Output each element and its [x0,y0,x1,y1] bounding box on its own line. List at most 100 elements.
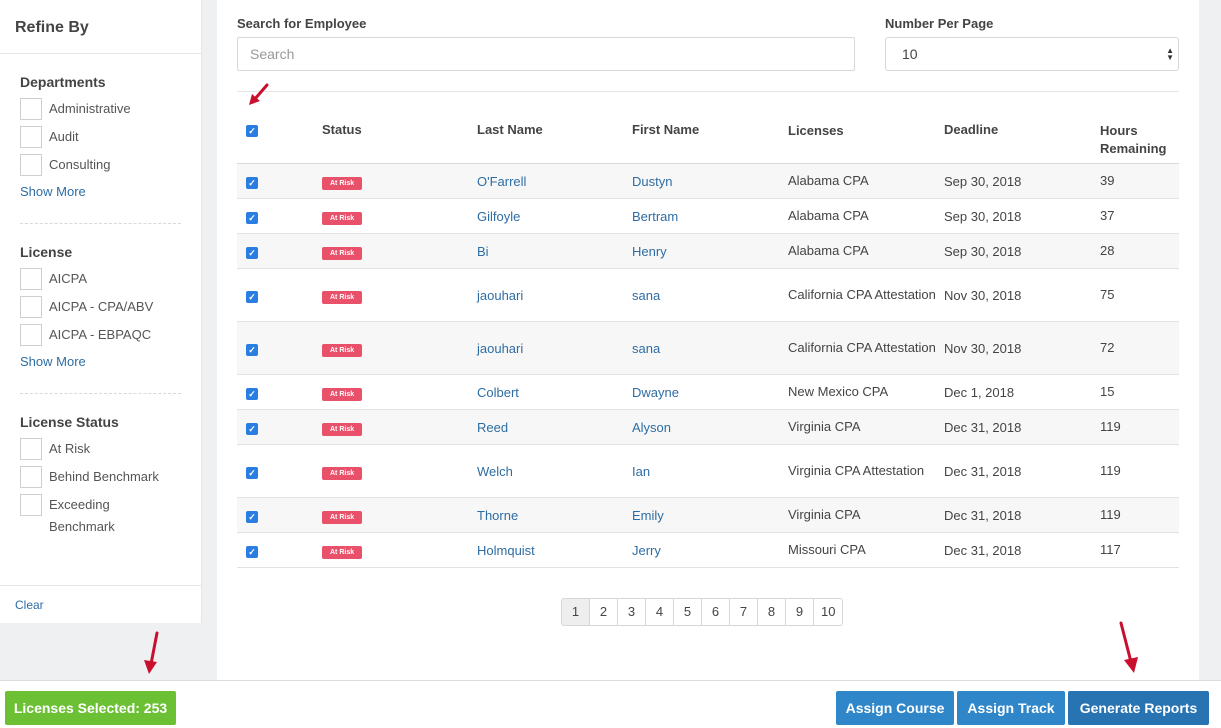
page-6-button[interactable]: 6 [702,599,730,625]
status-cell: At Risk [322,419,477,436]
page-4-button[interactable]: 4 [646,599,674,625]
row-checkbox[interactable]: ✓ [246,246,258,259]
filter-option-exceeding-benchmark[interactable]: Exceeding Benchmark [20,494,181,538]
filter-option-consulting[interactable]: Consulting [20,154,181,176]
select-all-checkbox[interactable]: ✓ [246,125,258,137]
filter-checkbox[interactable] [20,296,42,318]
first-name-link[interactable]: Henry [632,244,667,259]
page-5-button[interactable]: 5 [674,599,702,625]
filter-checkbox[interactable] [20,466,42,488]
page-1-button[interactable]: 1 [562,599,590,625]
table-row[interactable]: ✓ At Risk jaouhari sana California CPA Attes… [237,269,1179,322]
header-licenses[interactable]: Licenses [788,112,944,163]
page-3-button[interactable]: 3 [618,599,646,625]
row-checkbox[interactable]: ✓ [246,466,258,479]
first-name-cell: Dustyn [632,174,788,189]
page-10-button[interactable]: 10 [814,599,843,625]
filter-option-aicpa-cpa-abv[interactable]: AICPA - CPA/ABV [20,296,181,318]
last-name-link[interactable]: Reed [477,420,508,435]
show-more-license-link[interactable]: Show More [20,354,181,369]
last-name-link[interactable]: O'Farrell [477,174,526,189]
licenses-selected-button[interactable]: Licenses Selected: 253 [5,691,176,725]
header-hours-remaining[interactable]: Hours Remaining [1100,112,1179,163]
status-badge: At Risk [322,176,363,190]
page-9-button[interactable]: 9 [786,599,814,625]
first-name-link[interactable]: sana [632,288,660,303]
hours-remaining-cell: 39 [1100,173,1115,188]
status-badge: At Risk [322,510,363,524]
row-checkbox[interactable]: ✓ [246,176,258,189]
filter-checkbox[interactable] [20,494,42,516]
table-row[interactable]: ✓ At Risk Colbert Dwayne New Mexico CPA Dec 1… [237,375,1179,410]
check-icon: ✓ [248,423,256,434]
first-name-link[interactable]: Bertram [632,209,678,224]
divider [237,91,1179,92]
first-name-link[interactable]: Dwayne [632,385,679,400]
filter-checkbox[interactable] [20,154,42,176]
first-name-link[interactable]: Emily [632,508,664,523]
page-7-button[interactable]: 7 [730,599,758,625]
row-select-cell: ✓ [237,209,322,224]
last-name-link[interactable]: Thorne [477,508,518,523]
filter-option-audit[interactable]: Audit [20,126,181,148]
filter-checkbox[interactable] [20,98,42,120]
header-last-name[interactable]: Last Name [477,112,632,163]
last-name-link[interactable]: Gilfoyle [477,209,520,224]
first-name-link[interactable]: Alyson [632,420,671,435]
filter-option-aicpa-ebpaqc[interactable]: AICPA - EBPAQC [20,324,181,346]
license-cell: Virginia CPA Attestation [788,463,925,478]
filter-option-behind-benchmark[interactable]: Behind Benchmark [20,466,181,488]
row-checkbox[interactable]: ✓ [246,510,258,523]
header-deadline[interactable]: Deadline [944,112,1100,163]
row-checkbox[interactable]: ✓ [246,343,258,356]
page-2-button[interactable]: 2 [590,599,618,625]
table-row[interactable]: ✓ At Risk O'Farrell Dustyn Alabama CPA Sep 30… [237,164,1179,199]
generate-reports-button[interactable]: Generate Reports [1068,691,1209,725]
assign-course-button[interactable]: Assign Course [836,691,954,725]
row-checkbox[interactable]: ✓ [246,211,258,224]
filter-checkbox[interactable] [20,438,42,460]
filter-option-administrative[interactable]: Administrative [20,98,181,120]
first-name-link[interactable]: sana [632,341,660,356]
filter-option-at-risk[interactable]: At Risk [20,438,181,460]
filter-checkbox[interactable] [20,268,42,290]
last-name-link[interactable]: Colbert [477,385,519,400]
row-checkbox[interactable]: ✓ [246,422,258,435]
last-name-link[interactable]: jaouhari [477,341,523,356]
last-name-link[interactable]: jaouhari [477,288,523,303]
first-name-link[interactable]: Ian [632,464,650,479]
last-name-link[interactable]: Welch [477,464,513,479]
status-cell: At Risk [322,243,477,260]
deadline-cell: Nov 30, 2018 [944,340,1022,356]
last-name-cell: Gilfoyle [477,209,632,224]
search-input[interactable] [237,37,855,71]
show-more-departments-link[interactable]: Show More [20,184,181,199]
header-first-name[interactable]: First Name [632,112,788,163]
filter-checkbox[interactable] [20,126,42,148]
header-status[interactable]: Status [322,112,477,163]
table-row[interactable]: ✓ At Risk jaouhari sana California CPA Attes… [237,322,1179,375]
table-row[interactable]: ✓ At Risk Thorne Emily Virginia CPA Dec 31, 2… [237,498,1179,533]
row-checkbox[interactable]: ✓ [246,290,258,303]
deadline-cell: Dec 1, 2018 [944,384,1015,400]
row-checkbox[interactable]: ✓ [246,545,258,558]
table-row[interactable]: ✓ At Risk Reed Alyson Virginia CPA Dec 31, 20… [237,410,1179,445]
license-cell: Alabama CPA [788,243,869,258]
filter-option-aicpa[interactable]: AICPA [20,268,181,290]
status-cell: At Risk [322,384,477,401]
last-name-link[interactable]: Holmquist [477,543,535,558]
row-checkbox[interactable]: ✓ [246,387,258,400]
table-row[interactable]: ✓ At Risk Bi Henry Alabama CPA Sep 30, 2018 28 [237,234,1179,269]
filter-checkbox[interactable] [20,324,42,346]
assign-track-button[interactable]: Assign Track [957,691,1065,725]
page-8-button[interactable]: 8 [758,599,786,625]
table-row[interactable]: ✓ At Risk Gilfoyle Bertram Alabama CPA Sep 30… [237,199,1179,234]
per-page-label: Number Per Page [885,16,994,31]
table-row[interactable]: ✓ At Risk Holmquist Jerry Missouri CPA Dec 31… [237,533,1179,568]
first-name-link[interactable]: Jerry [632,543,661,558]
first-name-link[interactable]: Dustyn [632,174,672,189]
clear-filters-link[interactable]: Clear [15,598,44,612]
per-page-select[interactable]: 10 ▲ ▼ [885,37,1179,71]
last-name-link[interactable]: Bi [477,244,489,259]
table-row[interactable]: ✓ At Risk Welch Ian Virginia CPA Attestation… [237,445,1179,498]
